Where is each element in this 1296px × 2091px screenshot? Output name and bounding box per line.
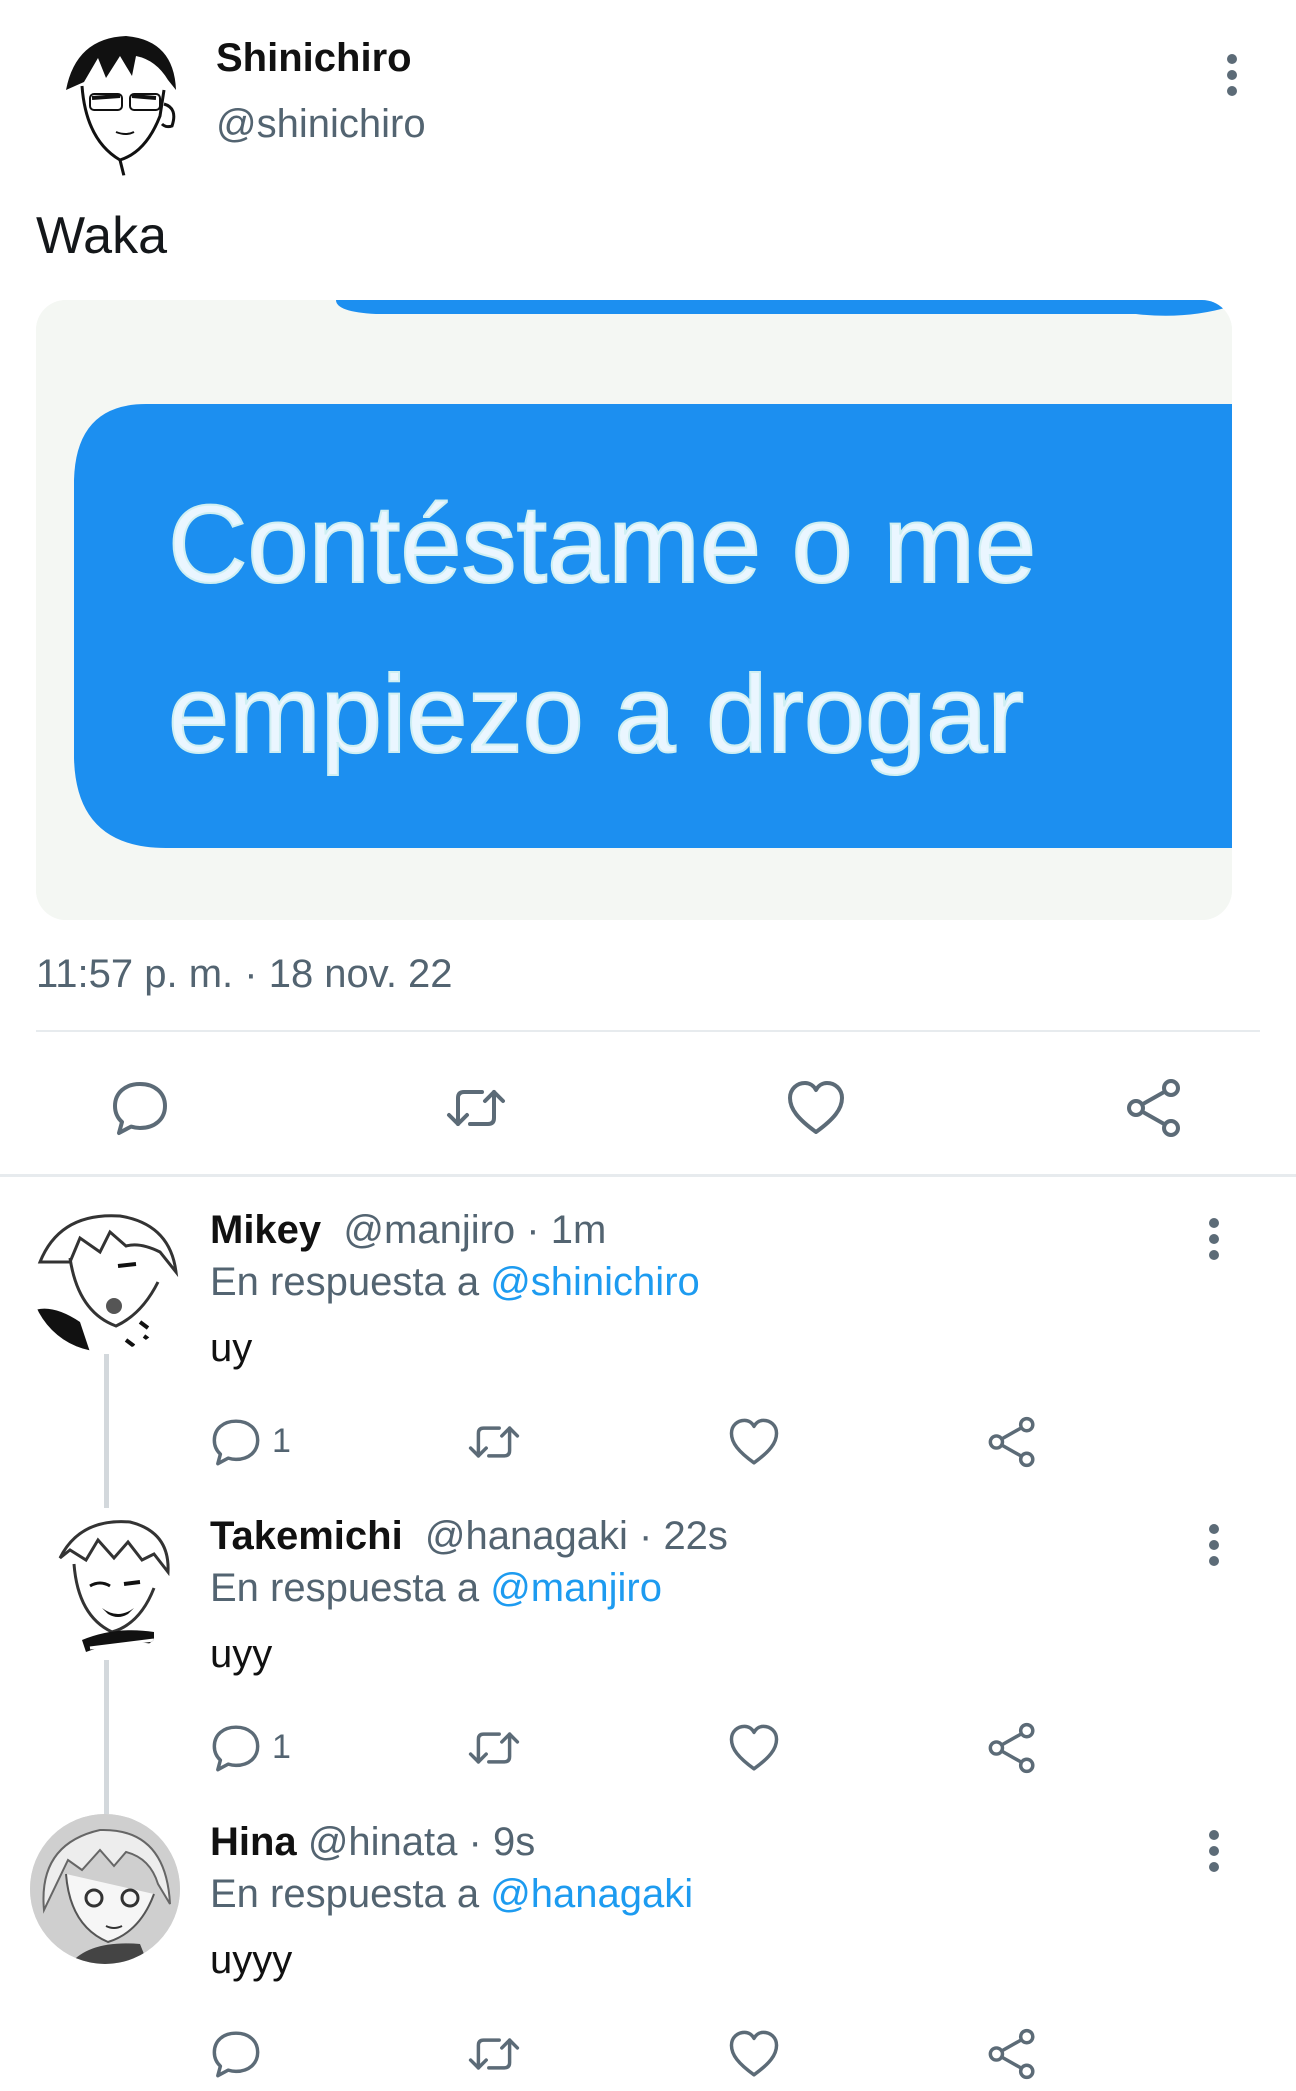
reply-to-label: En respuesta a <box>210 1260 480 1304</box>
reply-text: uy <box>210 1326 253 1370</box>
reply-to-line: En respuesta a @shinichiro <box>210 1260 700 1305</box>
reply-count: 1 <box>272 1422 291 1460</box>
reply-to-line: En respuesta a @hanagaki <box>210 1872 693 1917</box>
author-handle[interactable]: @shinichiro <box>216 102 426 147</box>
tweet-media-image[interactable]: Contéstame o me empiezo a drogar <box>36 300 1232 920</box>
reply-action-bar: 1 <box>0 1406 1296 1476</box>
reply-text: uyyy <box>210 1938 293 1982</box>
author-display-name[interactable]: Shinichiro <box>216 36 412 81</box>
reply-handle-time[interactable]: @manjiro · 1m <box>343 1208 606 1252</box>
reply-display-name[interactable]: Hina <box>210 1820 297 1864</box>
retweet-icon[interactable] <box>446 1078 506 1138</box>
reply-action-bar: 1 <box>0 1712 1296 1782</box>
reply-handle-time[interactable]: @hinata · 9s <box>308 1820 535 1864</box>
reply-display-name[interactable]: Mikey <box>210 1208 321 1252</box>
reply-to-label: En respuesta a <box>210 1566 480 1610</box>
reply-count: 1 <box>272 1728 291 1766</box>
image-text-line1: Contéstame o me <box>168 483 1036 606</box>
reply-action-bar <box>0 2018 1296 2088</box>
like-icon[interactable] <box>728 1416 780 1468</box>
retweet-icon[interactable] <box>468 1722 520 1774</box>
thread-line <box>104 1786 109 1814</box>
reply-to-mention[interactable]: @shinichiro <box>490 1260 700 1304</box>
reply-avatar[interactable] <box>30 1814 180 1964</box>
like-icon[interactable] <box>728 2028 780 2080</box>
share-icon[interactable] <box>986 1722 1038 1774</box>
more-options-icon[interactable] <box>1196 1828 1232 1874</box>
share-icon[interactable] <box>986 2028 1038 2080</box>
retweet-icon[interactable] <box>468 1416 520 1468</box>
tweet-action-bar <box>0 1060 1296 1150</box>
reply-avatar[interactable] <box>30 1508 180 1658</box>
thread-line <box>104 1480 109 1508</box>
tweet-thread-screen: Shinichiro @shinichiro Waka Contéstame o… <box>0 0 1296 2091</box>
tweet-text: Waka <box>36 207 167 265</box>
reply-to-mention[interactable]: @manjiro <box>490 1566 662 1610</box>
author-avatar[interactable] <box>36 20 192 176</box>
reply-tweet[interactable]: Hina @hinata · 9s En respuesta a @hanaga… <box>0 1786 1296 2091</box>
reply-header: Takemichi @hanagaki · 22s <box>210 1514 728 1559</box>
reply-handle-time[interactable]: @hanagaki · 22s <box>425 1514 728 1558</box>
like-icon[interactable] <box>728 1722 780 1774</box>
reply-tweet[interactable]: Mikey @manjiro · 1m En respuesta a @shin… <box>0 1186 1296 1500</box>
divider <box>0 1174 1296 1177</box>
reply-icon[interactable] <box>210 1722 262 1774</box>
like-icon[interactable] <box>786 1078 846 1138</box>
share-icon[interactable] <box>1124 1078 1184 1138</box>
reply-text: uyy <box>210 1632 273 1676</box>
reply-tweet[interactable]: Takemichi @hanagaki · 22s En respuesta a… <box>0 1480 1296 1806</box>
main-tweet: Shinichiro @shinichiro Waka Contéstame o… <box>0 0 1296 1178</box>
reply-display-name[interactable]: Takemichi <box>210 1514 403 1558</box>
retweet-icon[interactable] <box>468 2028 520 2080</box>
reply-icon[interactable] <box>110 1078 170 1138</box>
reply-to-label: En respuesta a <box>210 1872 480 1916</box>
reply-header: Hina @hinata · 9s <box>210 1820 535 1865</box>
divider <box>36 1030 1260 1032</box>
reply-header: Mikey @manjiro · 1m <box>210 1208 606 1253</box>
reply-avatar[interactable] <box>30 1202 180 1352</box>
image-text-line2: empiezo a drogar <box>168 653 1024 776</box>
more-options-icon[interactable] <box>1214 52 1250 98</box>
tweet-timestamp: 11:57 p. m. · 18 nov. 22 <box>36 952 453 996</box>
reply-icon[interactable] <box>210 1416 262 1468</box>
more-options-icon[interactable] <box>1196 1522 1232 1568</box>
reply-to-line: En respuesta a @manjiro <box>210 1566 662 1611</box>
share-icon[interactable] <box>986 1416 1038 1468</box>
reply-to-mention[interactable]: @hanagaki <box>490 1872 693 1916</box>
reply-icon[interactable] <box>210 2028 262 2080</box>
more-options-icon[interactable] <box>1196 1216 1232 1262</box>
